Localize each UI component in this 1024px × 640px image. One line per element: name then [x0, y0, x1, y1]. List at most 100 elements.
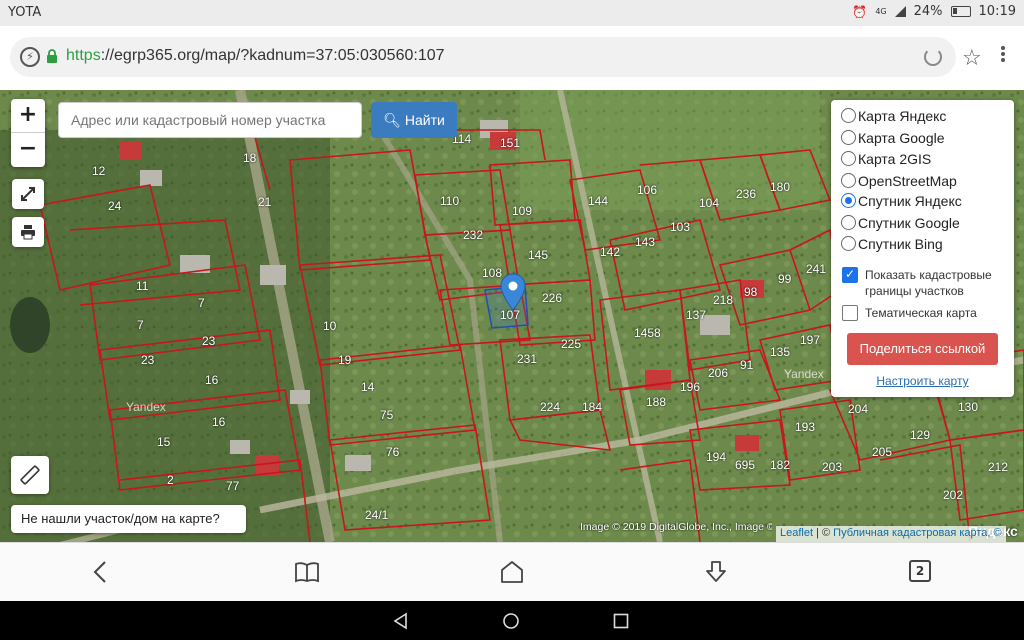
parcel-label[interactable]: 110	[440, 194, 459, 208]
parcel-label[interactable]: 212	[988, 460, 1008, 474]
parcel-label[interactable]: 109	[512, 204, 532, 218]
url-field[interactable]: ⚡ https://egrp365.org/map/?kadnum=37:05:…	[10, 37, 956, 77]
parcel-label[interactable]: 24	[108, 199, 121, 213]
tabs-button[interactable]: 2	[909, 560, 931, 582]
cadastre-map-link[interactable]: Публичная кадастровая карта, ©	[833, 527, 1001, 539]
parcel-label[interactable]: 196	[680, 380, 700, 394]
leaflet-link[interactable]: Leaflet	[780, 527, 813, 539]
parcel-label[interactable]: 135	[770, 345, 790, 359]
parcel-label[interactable]: 137	[686, 308, 706, 322]
parcel-label[interactable]: 225	[561, 337, 581, 351]
checkbox[interactable]	[842, 305, 858, 321]
reload-icon[interactable]	[924, 48, 942, 66]
parcel-label[interactable]: 98	[744, 285, 757, 299]
parcel-label[interactable]: 204	[848, 402, 868, 416]
configure-map-link[interactable]: Настроить карту	[831, 374, 1014, 388]
parcel-label[interactable]: 104	[699, 196, 719, 210]
parcel-label[interactable]: 91	[740, 358, 753, 372]
layer-option-bing-satellite[interactable]: Спутник Bing	[841, 233, 943, 254]
ruler-button[interactable]	[11, 456, 49, 494]
parcel-label[interactable]: 21	[258, 195, 271, 209]
parcel-label[interactable]: 151	[500, 136, 520, 150]
thematic-map-option[interactable]: Тематическая карта	[842, 305, 977, 321]
nav-home-icon[interactable]	[502, 612, 520, 630]
parcel-label[interactable]: 7	[137, 318, 144, 332]
parcel-label[interactable]: 202	[943, 488, 963, 502]
parcel-label[interactable]: 18	[243, 151, 256, 165]
bookmark-star-icon[interactable]: ☆	[962, 46, 982, 71]
layer-option-yandex-map[interactable]: Карта Яндекс	[841, 105, 946, 126]
back-icon[interactable]	[88, 559, 114, 585]
parcel-label[interactable]: 182	[770, 458, 790, 472]
home-icon[interactable]	[499, 559, 525, 585]
parcel-label[interactable]: 145	[528, 248, 548, 262]
parcel-label[interactable]: 236	[736, 187, 756, 201]
radio-button[interactable]	[841, 215, 856, 230]
url-text[interactable]: https://egrp365.org/map/?kadnum=37:05:03…	[66, 47, 445, 65]
parcel-label[interactable]: 143	[635, 235, 655, 249]
show-boundaries-option[interactable]: ✓ Показать кадастровые границы участков	[842, 267, 1007, 299]
parcel-label[interactable]: 180	[770, 180, 790, 194]
layer-option-openstreetmap[interactable]: OpenStreetMap	[841, 170, 957, 191]
layer-option-google-map[interactable]: Карта Google	[841, 127, 945, 148]
parcel-label[interactable]: 218	[713, 293, 733, 307]
parcel-label[interactable]: 14	[361, 380, 374, 394]
search-input[interactable]	[58, 102, 362, 138]
parcel-label[interactable]: 11	[136, 279, 148, 293]
layer-option-2gis-map[interactable]: Карта 2GIS	[841, 148, 931, 169]
parcel-label[interactable]: 130	[958, 400, 978, 414]
nav-back-icon[interactable]	[392, 612, 410, 630]
parcel-label[interactable]: 99	[778, 272, 791, 286]
fullscreen-button[interactable]	[12, 179, 44, 209]
radio-button[interactable]	[841, 130, 856, 145]
parcel-label[interactable]: 103	[670, 220, 690, 234]
nav-recents-icon[interactable]	[613, 613, 629, 629]
parcel-label[interactable]: 695	[735, 458, 755, 472]
parcel-label[interactable]: 10	[323, 319, 336, 333]
parcel-label[interactable]: 77	[226, 479, 239, 493]
parcel-label[interactable]: 129	[910, 428, 930, 442]
parcel-label[interactable]: 75	[380, 408, 393, 422]
radio-button[interactable]	[841, 236, 856, 251]
parcel-label[interactable]: 2	[167, 473, 174, 487]
parcel-label[interactable]: 184	[582, 400, 602, 414]
parcel-label[interactable]: 241	[806, 262, 826, 276]
print-button[interactable]	[12, 217, 44, 247]
parcel-label[interactable]: 106	[637, 183, 657, 197]
parcel-label[interactable]: 15	[157, 435, 170, 449]
parcel-label[interactable]: 23	[202, 334, 215, 348]
parcel-label[interactable]: 188	[646, 395, 666, 409]
parcel-label[interactable]: 142	[600, 245, 620, 259]
parcel-label[interactable]: 16	[205, 373, 218, 387]
parcel-label[interactable]: 203	[822, 460, 842, 474]
parcel-label[interactable]: 24/1	[365, 508, 388, 522]
parcel-label[interactable]: 1458	[634, 326, 661, 340]
parcel-label[interactable]: 144	[588, 194, 608, 208]
radio-button[interactable]	[841, 108, 856, 123]
not-found-link[interactable]: Не нашли участок/дом на карте?	[11, 505, 246, 533]
parcel-label[interactable]: 7	[198, 296, 205, 310]
parcel-label[interactable]: 19	[338, 353, 351, 367]
parcel-label[interactable]: 16	[212, 415, 225, 429]
parcel-label[interactable]: 76	[386, 445, 399, 459]
bookmarks-book-icon[interactable]	[294, 559, 320, 585]
more-menu-icon[interactable]	[1000, 44, 1006, 64]
checkbox-checked[interactable]: ✓	[842, 267, 858, 283]
parcel-label[interactable]: 197	[800, 333, 820, 347]
parcel-label[interactable]: 194	[706, 450, 726, 464]
parcel-label[interactable]: 231	[517, 352, 537, 366]
parcel-label[interactable]: 205	[872, 445, 892, 459]
radio-button[interactable]	[841, 151, 856, 166]
parcel-label[interactable]: 12	[92, 164, 105, 178]
parcel-label[interactable]: 193	[795, 420, 815, 434]
zoom-out-button[interactable]: −	[11, 133, 45, 167]
parcel-label[interactable]: 23	[141, 353, 154, 367]
parcel-label[interactable]: 224	[540, 400, 560, 414]
search-button[interactable]: 🔍︎ Найти	[371, 102, 457, 138]
parcel-label[interactable]: 206	[708, 366, 728, 380]
parcel-label[interactable]: 232	[463, 228, 483, 242]
download-icon[interactable]	[703, 559, 729, 585]
layer-option-yandex-satellite[interactable]: Спутник Яндекс	[841, 190, 962, 211]
location-pin-icon[interactable]	[500, 273, 526, 311]
radio-button[interactable]	[841, 173, 856, 188]
